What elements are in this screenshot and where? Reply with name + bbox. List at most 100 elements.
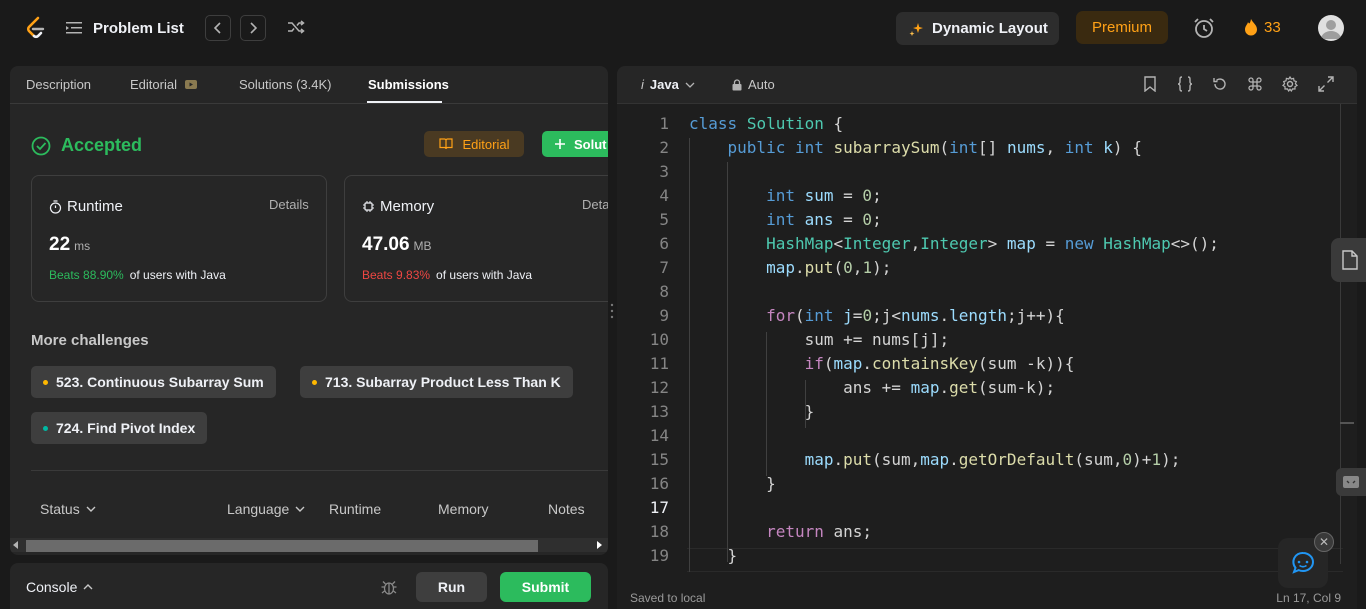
challenge-chip[interactable]: 724. Find Pivot Index <box>31 412 208 444</box>
editorial-button[interactable]: Editorial <box>424 131 524 157</box>
line-number: 15 <box>649 450 669 469</box>
post-solution-button[interactable]: Solut <box>542 131 608 157</box>
code-text: HashMap<Integer,Integer> map = new HashM… <box>766 234 1219 253</box>
timer-icon <box>49 199 62 214</box>
memory-column-header[interactable]: Memory <box>438 501 489 517</box>
runtime-details-link[interactable]: Details <box>269 197 309 212</box>
challenge-label: 713. Subarray Product Less Than K <box>325 374 561 390</box>
line-number: 11 <box>649 354 669 373</box>
format-code-icon[interactable] <box>1177 76 1193 92</box>
status-column-header[interactable]: Status <box>40 501 96 517</box>
chevron-right-icon <box>250 22 257 34</box>
language-info-icon: i <box>641 77 644 92</box>
console-bar: Console Run Submit <box>10 563 608 609</box>
book-icon <box>438 138 453 150</box>
notes-column-header[interactable]: Notes <box>548 501 585 517</box>
tab-solutions[interactable]: Solutions (3.4K) <box>239 77 332 92</box>
memory-details-link[interactable]: Deta <box>582 197 608 212</box>
notes-side-tab[interactable] <box>1331 238 1366 282</box>
code-line: 12 ans += map.get(sum-k); <box>617 378 1337 402</box>
previous-problem-button[interactable] <box>205 15 231 41</box>
alarm-clock-icon[interactable] <box>1192 16 1216 40</box>
code-line: 2 public int subarraySum(int[] nums, int… <box>617 138 1337 162</box>
tab-editorial-label: Editorial <box>130 77 177 92</box>
challenge-chip[interactable]: 523. Continuous Subarray Sum <box>31 366 276 398</box>
runtime-beats-tail: of users with Java <box>129 268 226 282</box>
language-selector[interactable]: i Java <box>641 77 695 92</box>
line-number: 3 <box>659 162 669 181</box>
run-button[interactable]: Run <box>416 572 487 602</box>
code-text: return ans; <box>766 522 873 541</box>
command-shortcuts-icon[interactable] <box>1247 76 1263 92</box>
chevron-down-icon <box>685 82 695 88</box>
lock-icon <box>732 78 742 90</box>
code-text: } <box>689 474 776 493</box>
streak-counter[interactable]: 33 <box>1244 18 1281 36</box>
line-number: 4 <box>659 186 669 205</box>
console-toggle[interactable]: Console <box>26 579 93 595</box>
difficulty-dot <box>43 379 48 385</box>
difficulty-dot <box>312 379 317 385</box>
language-column-header[interactable]: Language <box>227 501 305 517</box>
leetcode-logo-icon[interactable] <box>24 16 46 40</box>
tab-description[interactable]: Description <box>26 77 91 92</box>
next-problem-button[interactable] <box>240 15 266 41</box>
code-text: public int subarraySum(int[] nums, int k… <box>727 138 1142 157</box>
auto-mode-toggle[interactable]: Auto <box>732 77 775 92</box>
runtime-card[interactable]: Runtime Details 22 ms Beats 88.90% of user… <box>31 175 327 302</box>
debug-bug-icon[interactable] <box>380 578 398 596</box>
settings-gear-icon[interactable] <box>1282 76 1298 92</box>
panel-resize-handle[interactable] <box>610 302 614 320</box>
code-text: class Solution { <box>689 114 844 133</box>
code-text: map.put(0,1); <box>766 258 892 277</box>
fullscreen-expand-icon[interactable] <box>1318 76 1334 92</box>
close-chat-icon[interactable]: ✕ <box>1314 532 1334 552</box>
code-line: 15 map.put(sum,map.getOrDefault(sum,0)+1… <box>617 450 1337 474</box>
flame-icon <box>1245 19 1257 36</box>
line-number: 9 <box>659 306 669 325</box>
runtime-column-header[interactable]: Runtime <box>329 501 381 517</box>
code-line: 17 <box>617 498 1337 522</box>
user-avatar[interactable] <box>1318 15 1344 41</box>
memory-card[interactable]: Memory Deta 47.06 MB Beats 9.83% of users … <box>344 175 608 302</box>
chat-bubble-icon <box>1292 552 1314 574</box>
horizontal-scrollbar[interactable] <box>10 538 608 552</box>
line-number: 5 <box>659 210 669 229</box>
scrollbar-thumb[interactable] <box>26 540 538 552</box>
challenge-label: 724. Find Pivot Index <box>56 420 196 436</box>
dynamic-layout-button[interactable]: Dynamic Layout <box>896 12 1059 45</box>
robot-icon <box>1343 476 1359 488</box>
cursor-position: Ln 17, Col 9 <box>1276 591 1341 605</box>
editor-status-bar: Saved to local Ln 17, Col 9 <box>617 587 1357 609</box>
premium-button[interactable]: Premium <box>1076 11 1168 44</box>
difficulty-dot <box>43 425 48 431</box>
line-number: 16 <box>649 474 669 493</box>
line-number: 13 <box>649 402 669 421</box>
submit-button[interactable]: Submit <box>500 572 591 602</box>
problem-list-link[interactable]: Problem List <box>93 20 184 37</box>
status-header-label: Status <box>40 501 80 517</box>
code-line: 19 } <box>617 546 1337 570</box>
line-number: 8 <box>659 282 669 301</box>
scroll-left-icon <box>13 541 18 549</box>
editor-scroll-marker <box>1340 422 1354 424</box>
user-icon <box>1321 20 1341 39</box>
assistant-side-tab[interactable] <box>1336 468 1366 496</box>
plus-icon <box>555 139 565 149</box>
code-line: 3 <box>617 162 1337 186</box>
shuffle-icon[interactable] <box>287 19 305 35</box>
reset-code-icon[interactable] <box>1212 76 1228 92</box>
tab-submissions[interactable]: Submissions <box>368 77 449 92</box>
editor-toolbar: i Java Auto <box>617 66 1357 104</box>
code-text: ans += map.get(sum-k); <box>689 378 1056 397</box>
problem-list-icon[interactable] <box>66 21 82 35</box>
challenge-chip[interactable]: 713. Subarray Product Less Than K <box>300 366 573 398</box>
chevron-down-icon <box>86 506 96 512</box>
code-text: int sum = 0; <box>766 186 882 205</box>
code-line: 10 sum += nums[j]; <box>617 330 1337 354</box>
chevron-down-icon <box>295 506 305 512</box>
tab-editorial[interactable]: Editorial <box>130 77 197 92</box>
runtime-value: 22 ms <box>49 234 90 256</box>
runtime-beats-percent: Beats 88.90% <box>49 268 124 282</box>
bookmark-icon[interactable] <box>1143 76 1157 92</box>
